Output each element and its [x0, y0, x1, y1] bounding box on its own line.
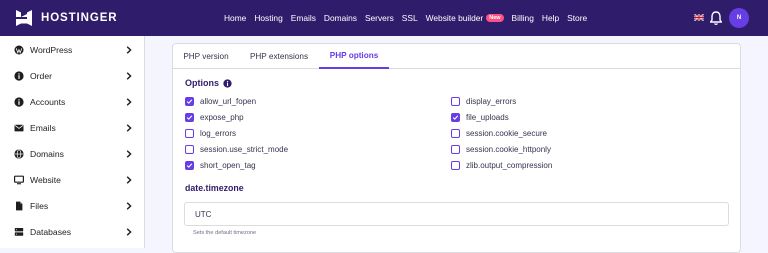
- bell-icon[interactable]: [709, 10, 723, 26]
- option-log-errors[interactable]: log_errors: [185, 127, 236, 139]
- checkmark-icon: [186, 114, 193, 120]
- option-label: display_errors: [466, 96, 517, 106]
- chevron-right-icon: [126, 150, 132, 158]
- option-label: zlib.output_compression: [466, 160, 553, 170]
- chevron-right-icon: [126, 98, 132, 106]
- option-file-uploads[interactable]: file_uploads: [451, 111, 509, 123]
- chevron-right-icon: [126, 202, 132, 210]
- sidebar-item-wordpress[interactable]: WordPress: [0, 37, 145, 63]
- chevron-right-icon: [126, 228, 132, 236]
- database-icon: [14, 228, 24, 236]
- sidebar-item-label: Files: [30, 201, 49, 211]
- sidebar-item-label: Emails: [30, 123, 56, 133]
- file-icon: [16, 201, 23, 211]
- sidebar-item-files[interactable]: Files: [0, 193, 145, 219]
- nav-billing[interactable]: Billing: [512, 13, 534, 23]
- php-tabs: PHP version PHP extensions PHP options: [173, 44, 740, 69]
- top-navigation-bar: HOSTINGER Home Hosting Emails Domains Se…: [0, 0, 768, 36]
- user-avatar[interactable]: N: [729, 8, 749, 28]
- nav-website-builder-label: Website builder: [425, 13, 484, 23]
- nav-home[interactable]: Home: [224, 13, 246, 23]
- checkbox[interactable]: [185, 128, 194, 138]
- checkbox[interactable]: [185, 112, 194, 122]
- nav-domains[interactable]: Domains: [324, 13, 357, 23]
- option-label: file_uploads: [466, 112, 509, 122]
- sidebar-item-website[interactable]: Website: [0, 167, 145, 193]
- checkmark-icon: [186, 98, 193, 104]
- mail-icon: [14, 124, 24, 132]
- option-label: short_open_tag: [200, 160, 256, 170]
- option-label: allow_url_fopen: [200, 96, 257, 106]
- checkbox[interactable]: [185, 160, 194, 170]
- option-label: log_errors: [200, 128, 237, 138]
- sidebar-item-emails[interactable]: Emails: [0, 115, 145, 141]
- options-heading: Options: [185, 78, 232, 88]
- timezone-label: date.timezone: [185, 183, 244, 193]
- option-expose-php[interactable]: expose_php: [185, 111, 244, 123]
- nav-website-builder[interactable]: Website builder New: [426, 13, 504, 23]
- tab-php-extensions[interactable]: PHP extensions: [239, 44, 319, 69]
- timezone-input[interactable]: UTC: [184, 202, 729, 226]
- option-label: session.use_strict_mode: [200, 144, 289, 154]
- wordpress-icon: [14, 45, 24, 55]
- sidebar: WordPress Order Accounts Emails Domains …: [0, 36, 145, 248]
- sidebar-item-databases[interactable]: Databases: [0, 219, 145, 245]
- info-icon[interactable]: [223, 78, 232, 88]
- chevron-right-icon: [126, 176, 132, 184]
- nav-help[interactable]: Help: [542, 13, 559, 23]
- sidebar-item-order[interactable]: Order: [0, 63, 145, 89]
- monitor-icon: [14, 175, 24, 185]
- option-label: session.cookie_secure: [466, 128, 547, 138]
- checkbox[interactable]: [451, 112, 460, 122]
- nav-ssl[interactable]: SSL: [402, 13, 418, 23]
- sidebar-item-label: Accounts: [30, 97, 66, 107]
- option-label: expose_php: [200, 112, 244, 122]
- globe-icon: [14, 149, 24, 159]
- checkbox[interactable]: [185, 96, 194, 106]
- info-circle-icon: [14, 71, 24, 81]
- timezone-help-text: Sets the default timezone: [193, 230, 257, 236]
- nav-hosting[interactable]: Hosting: [254, 13, 282, 23]
- checkbox[interactable]: [451, 144, 460, 154]
- option-session-use-strict-mode[interactable]: session.use_strict_mode: [185, 143, 288, 155]
- uk-flag-icon[interactable]: [694, 14, 704, 21]
- new-badge: New: [486, 14, 504, 22]
- main-nav: Home Hosting Emails Domains Servers SSL …: [224, 0, 595, 36]
- tab-php-options[interactable]: PHP options: [319, 44, 389, 69]
- option-display-errors[interactable]: display_errors: [451, 95, 516, 107]
- checkbox[interactable]: [185, 144, 194, 154]
- nav-servers[interactable]: Servers: [365, 13, 394, 23]
- hostinger-logo-icon: [16, 10, 32, 26]
- chevron-right-icon: [126, 124, 132, 132]
- option-session-cookie-httponly[interactable]: session.cookie_httponly: [451, 143, 551, 155]
- sidebar-item-label: Order: [30, 71, 52, 81]
- nav-emails[interactable]: Emails: [291, 13, 316, 23]
- options-title: Options: [185, 78, 219, 88]
- checkbox[interactable]: [451, 160, 460, 170]
- sidebar-item-label: Domains: [30, 149, 64, 159]
- sidebar-item-accounts[interactable]: Accounts: [0, 89, 145, 115]
- option-short-open-tag[interactable]: short_open_tag: [185, 159, 256, 171]
- option-label: session.cookie_httponly: [466, 144, 551, 154]
- checkbox[interactable]: [451, 96, 460, 106]
- brand-name: HOSTINGER: [41, 12, 118, 24]
- php-settings-card: PHP version PHP extensions PHP options O…: [172, 43, 741, 253]
- checkmark-icon: [186, 162, 193, 168]
- sidebar-item-label: Website: [30, 175, 61, 185]
- chevron-right-icon: [126, 72, 132, 80]
- sidebar-item-label: Databases: [30, 227, 72, 237]
- nav-store[interactable]: Store: [567, 13, 587, 23]
- checkbox[interactable]: [451, 128, 460, 138]
- chevron-right-icon: [126, 46, 132, 54]
- option-session-cookie-secure[interactable]: session.cookie_secure: [451, 127, 547, 139]
- tab-php-version[interactable]: PHP version: [173, 44, 239, 69]
- checkmark-icon: [452, 114, 459, 120]
- info-circle-icon: [14, 97, 24, 107]
- sidebar-item-domains[interactable]: Domains: [0, 141, 145, 167]
- sidebar-item-label: WordPress: [30, 45, 73, 55]
- option-allow-url-fopen[interactable]: allow_url_fopen: [185, 95, 256, 107]
- option-zlib-output-compression[interactable]: zlib.output_compression: [451, 159, 552, 171]
- hostinger-logo[interactable]: HOSTINGER: [15, 9, 117, 27]
